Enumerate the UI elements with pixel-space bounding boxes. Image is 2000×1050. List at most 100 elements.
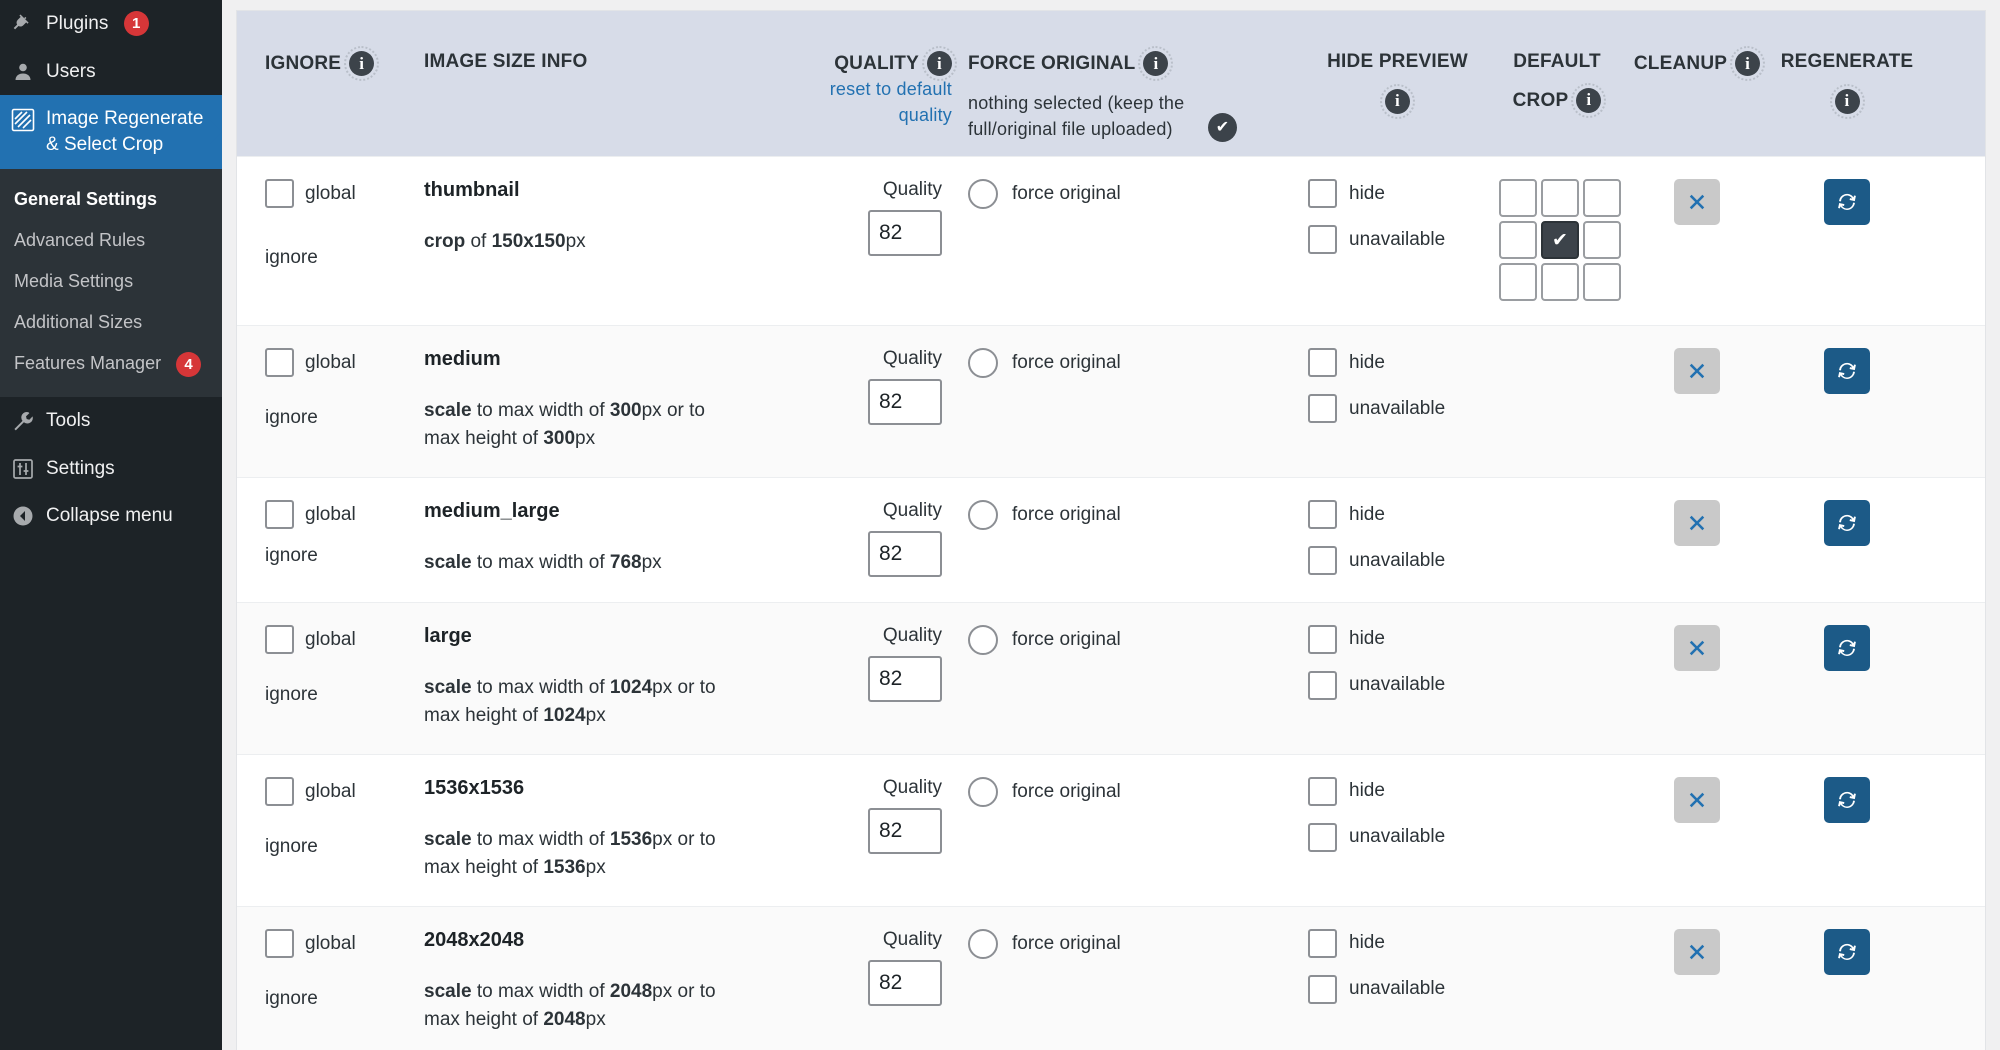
sidebar-item-collapse-menu[interactable]: Collapse menu [0,492,222,540]
regenerate-button[interactable] [1824,500,1870,546]
cleanup-button[interactable] [1674,500,1720,546]
quality-input[interactable] [868,808,942,854]
global-ignore-checkbox[interactable] [265,929,294,958]
cleanup-button[interactable] [1674,625,1720,671]
regenerate-button[interactable] [1824,625,1870,671]
unavailable-checkbox[interactable] [1308,225,1337,254]
cell-quality: Quality [782,777,952,882]
sidebar-item-settings[interactable]: Settings [0,445,222,493]
hide-checkbox[interactable] [1308,179,1337,208]
cell-image-size-info: 2048x2048scale to max width of 2048px or… [422,929,782,1034]
global-ignore-checkbox[interactable] [265,348,294,377]
global-ignore-checkbox[interactable] [265,625,294,654]
cell-regenerate [1767,625,1927,730]
sidebar-item-users[interactable]: Users [0,48,222,96]
cleanup-button[interactable] [1674,179,1720,225]
cell-quality: Quality [782,500,952,577]
unavailable-checkbox[interactable] [1308,823,1337,852]
cell-default-crop [1487,929,1627,1034]
info-icon[interactable]: i [927,51,952,76]
cell-default-crop [1487,348,1627,453]
cell-force-original: force original [952,500,1292,577]
hide-label: hide [1349,932,1385,954]
force-original-radio[interactable] [968,179,998,209]
quality-input[interactable] [868,960,942,1006]
force-original-radio[interactable] [968,929,998,959]
hide-checkbox[interactable] [1308,625,1337,654]
column-header-cleanup-label: CLEANUP [1634,53,1727,75]
cell-ignore: globalignore [237,179,422,301]
crop-position-cell[interactable] [1499,179,1537,217]
info-icon[interactable]: i [1385,89,1410,114]
cell-ignore: globalignore [237,500,422,577]
unavailable-checkbox[interactable] [1308,671,1337,700]
hide-checkbox[interactable] [1308,500,1337,529]
cell-force-original: force original [952,348,1292,453]
hide-checkbox[interactable] [1308,348,1337,377]
cleanup-button[interactable] [1674,929,1720,975]
cell-regenerate [1767,500,1927,577]
quality-input[interactable] [868,210,942,256]
crop-position-cell[interactable]: ✔ [1541,221,1579,259]
sidebar-item-features-manager[interactable]: Features Manager 4 [0,343,222,385]
quality-input[interactable] [868,379,942,425]
plug-icon [0,11,46,36]
crop-position-cell[interactable] [1583,263,1621,301]
sidebar-item-advanced-rules[interactable]: Advanced Rules [0,220,222,261]
force-original-radio[interactable] [968,500,998,530]
unavailable-checkbox[interactable] [1308,975,1337,1004]
regenerate-button[interactable] [1824,348,1870,394]
crop-position-cell[interactable] [1541,263,1579,301]
crop-position-cell[interactable] [1499,221,1537,259]
hide-checkbox[interactable] [1308,777,1337,806]
crop-position-cell[interactable] [1541,179,1579,217]
info-icon[interactable]: i [1143,51,1168,76]
info-icon[interactable]: i [1576,88,1601,113]
image-size-description: scale to max width of 1536px or tomax he… [424,826,782,882]
cell-default-crop: ✔ [1487,179,1627,301]
table-row: globalignore1536x1536scale to max width … [237,754,1985,906]
sidebar-item-image-regenerate-select-crop[interactable]: Image Regenerate & Select Crop [0,95,222,168]
force-original-label: force original [1012,933,1121,955]
sidebar-item-additional-sizes[interactable]: Additional Sizes [0,302,222,343]
cell-regenerate [1767,929,1927,1034]
info-icon[interactable]: i [1735,51,1760,76]
cell-quality: Quality [782,625,952,730]
global-ignore-checkbox[interactable] [265,777,294,806]
hide-checkbox[interactable] [1308,929,1337,958]
crop-position-cell[interactable] [1499,263,1537,301]
sidebar-item-media-settings[interactable]: Media Settings [0,261,222,302]
quality-input[interactable] [868,531,942,577]
column-header-crop-label: CROP [1513,87,1569,115]
quality-input[interactable] [868,656,942,702]
sidebar-item-plugins[interactable]: Plugins 1 [0,0,222,48]
info-icon[interactable]: i [1835,89,1860,114]
regenerate-button[interactable] [1824,179,1870,225]
sidebar-item-label: Plugins [46,13,108,34]
ignore-label: ignore [265,407,409,429]
global-ignore-checkbox[interactable] [265,179,294,208]
force-original-radio[interactable] [968,625,998,655]
unavailable-label: unavailable [1349,978,1445,1000]
table-row: globalignore2048x2048scale to max width … [237,906,1985,1050]
column-header-quality-label: QUALITY [834,53,919,75]
cell-cleanup [1627,929,1767,1034]
unavailable-checkbox[interactable] [1308,546,1337,575]
force-original-radio[interactable] [968,348,998,378]
crop-position-cell[interactable] [1583,221,1621,259]
sidebar-item-general-settings[interactable]: General Settings [0,179,222,220]
crop-position-cell[interactable] [1583,179,1621,217]
regenerate-button[interactable] [1824,929,1870,975]
unavailable-checkbox[interactable] [1308,394,1337,423]
regenerate-button[interactable] [1824,777,1870,823]
cell-hide-preview: hideunavailable [1292,179,1487,301]
info-icon[interactable]: i [349,51,374,76]
cleanup-button[interactable] [1674,348,1720,394]
force-original-radio[interactable] [968,777,998,807]
quality-label: Quality [883,929,942,951]
column-header-regenerate-label: REGENERATE [1781,51,1914,73]
global-ignore-checkbox[interactable] [265,500,294,529]
cleanup-button[interactable] [1674,777,1720,823]
sidebar-item-tools[interactable]: Tools [0,397,222,445]
reset-to-default-quality-link[interactable]: reset to default quality [782,76,952,128]
